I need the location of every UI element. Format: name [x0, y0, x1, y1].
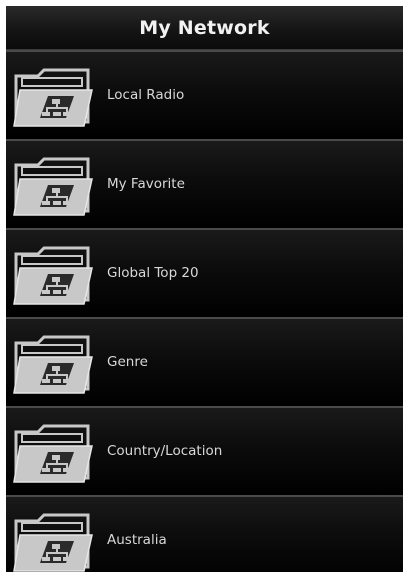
list-item-country-location[interactable]: Country/Location: [6, 406, 403, 495]
list-item-local-radio[interactable]: Local Radio: [6, 50, 403, 139]
network-folder-icon: [13, 157, 93, 216]
list-item-label: My Favorite: [107, 176, 185, 192]
list-item-australia[interactable]: Australia: [6, 495, 403, 572]
page-title: My Network: [139, 16, 270, 39]
list-item-label: Global Top 20: [107, 265, 199, 281]
list-item-genre[interactable]: Genre: [6, 317, 403, 406]
title-bar: My Network: [6, 6, 403, 50]
network-folder-icon: [13, 246, 93, 305]
list-item-my-favorite[interactable]: My Favorite: [6, 139, 403, 228]
network-list: Local Radio My Favorite Global Top 20 Ge…: [6, 50, 403, 572]
list-item-global-top-20[interactable]: Global Top 20: [6, 228, 403, 317]
list-item-label: Australia: [107, 532, 167, 548]
network-folder-icon: [13, 68, 93, 127]
network-folder-icon: [13, 424, 93, 483]
list-item-label: Local Radio: [107, 87, 185, 103]
network-folder-icon: [13, 513, 93, 572]
list-item-label: Country/Location: [107, 443, 223, 459]
list-item-label: Genre: [107, 354, 148, 370]
app-screen: My Network Local Radio My Favorite Globa…: [6, 6, 403, 572]
network-folder-icon: [13, 335, 93, 394]
